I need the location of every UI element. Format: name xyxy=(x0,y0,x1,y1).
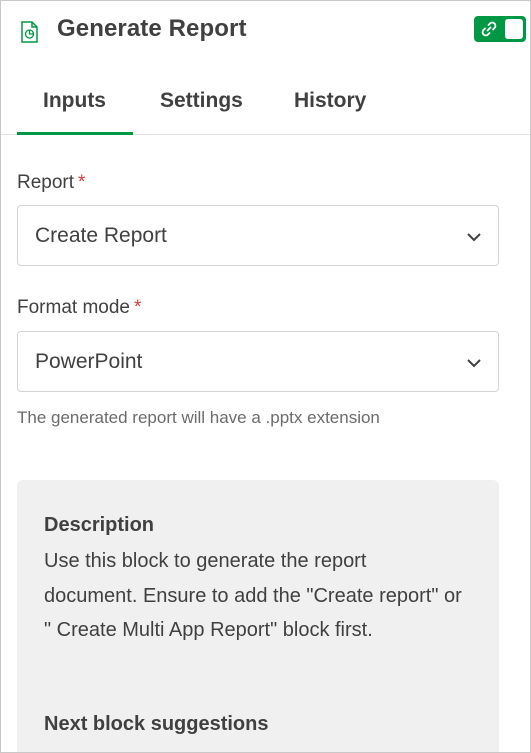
toggle-knob xyxy=(505,19,523,39)
description-title: Description xyxy=(44,514,155,536)
format-mode-select-value: PowerPoint xyxy=(35,350,143,373)
next-block-suggestions-title: Next block suggestions xyxy=(44,713,269,735)
generate-report-panel: Generate Report Inputs Settings History … xyxy=(0,0,531,753)
report-field-label: Report * xyxy=(17,172,85,194)
tab-inputs[interactable]: Inputs xyxy=(43,89,106,113)
description-text: Use this block to generate the report do… xyxy=(44,550,462,641)
active-tab-indicator xyxy=(17,132,133,135)
tab-history[interactable]: History xyxy=(294,89,366,113)
report-file-icon xyxy=(19,21,39,43)
chevron-down-icon xyxy=(466,230,482,242)
link-toggle[interactable] xyxy=(474,16,526,42)
required-marker: * xyxy=(133,297,142,318)
link-icon xyxy=(480,20,498,38)
chevron-down-icon xyxy=(466,356,482,368)
description-box: Description Use this block to generate t… xyxy=(17,480,499,752)
report-label-text: Report xyxy=(17,172,75,193)
panel-header: Generate Report xyxy=(1,1,530,61)
format-mode-field-label: Format mode * xyxy=(17,297,141,319)
format-mode-select[interactable]: PowerPoint xyxy=(17,331,499,392)
format-helper-text: The generated report will have a .pptx e… xyxy=(17,408,380,427)
report-select[interactable]: Create Report xyxy=(17,205,499,266)
report-select-value: Create Report xyxy=(35,224,167,247)
panel-title: Generate Report xyxy=(57,15,247,42)
tab-bar: Inputs Settings History xyxy=(1,71,530,135)
tab-settings[interactable]: Settings xyxy=(160,89,243,113)
format-mode-label-text: Format mode xyxy=(17,297,130,318)
required-marker: * xyxy=(78,172,86,193)
